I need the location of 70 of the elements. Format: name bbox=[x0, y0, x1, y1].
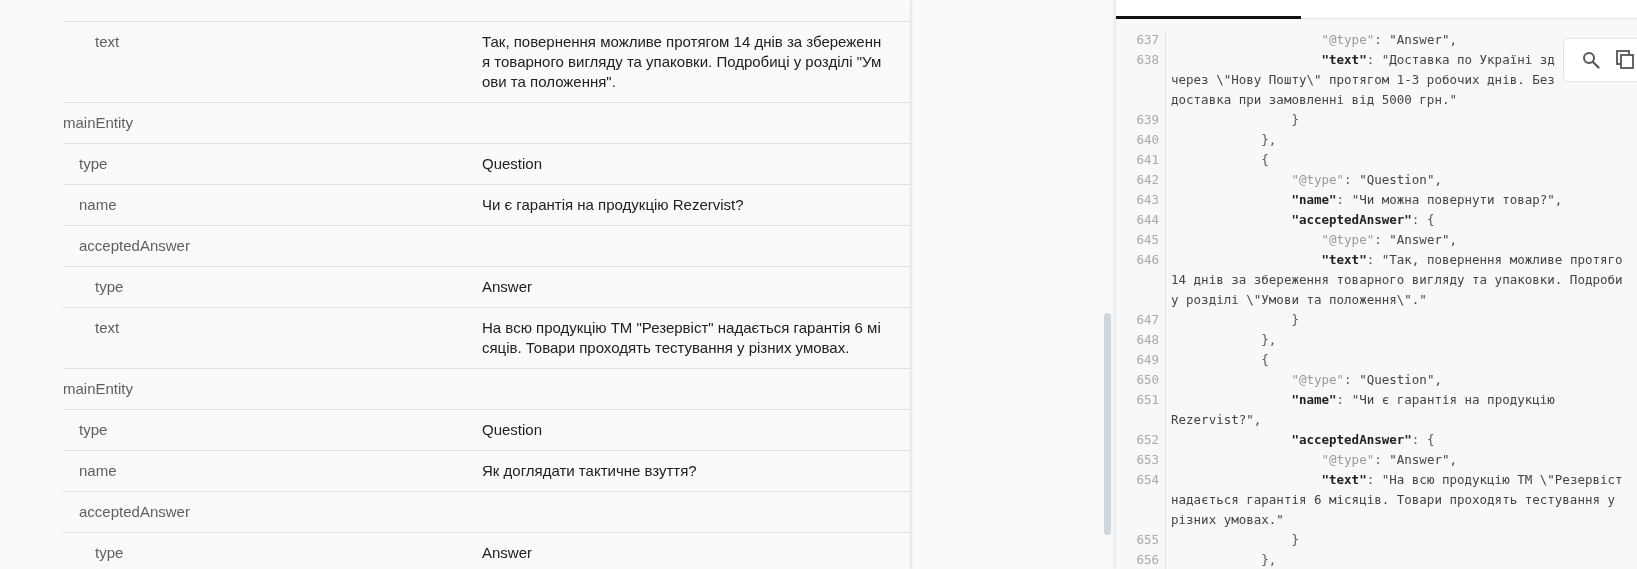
line-number: 649 bbox=[1136, 351, 1159, 369]
property-value: Як доглядати тактичне взуття? bbox=[482, 462, 697, 479]
code-line: доставка при замовленні від 5000 грн." bbox=[1171, 91, 1457, 109]
code-line: "acceptedAnswer": { bbox=[1290, 431, 1435, 449]
property-value: Answer bbox=[482, 278, 533, 295]
property-name: acceptedAnswer bbox=[79, 237, 190, 254]
line-number: 641 bbox=[1136, 151, 1159, 169]
code-line: { bbox=[1260, 351, 1269, 369]
code-line: "name": "Чи є гарантія на продукцію bbox=[1290, 391, 1555, 409]
code-line: } bbox=[1290, 111, 1299, 129]
code-line: "@type": "Question", bbox=[1290, 371, 1442, 389]
line-number: 637 bbox=[1136, 31, 1159, 49]
line-number: 640 bbox=[1136, 131, 1159, 149]
line-number: 647 bbox=[1136, 311, 1159, 329]
code-line: "@type": "Answer", bbox=[1320, 31, 1457, 49]
line-number: 648 bbox=[1136, 331, 1159, 349]
code-line: "name": "Чи можна повернути товар?", bbox=[1290, 191, 1563, 209]
line-number: 651 bbox=[1136, 391, 1159, 409]
code-line: }, bbox=[1260, 131, 1277, 149]
line-number: 656 bbox=[1136, 551, 1159, 569]
property-name: acceptedAnswer bbox=[79, 503, 190, 520]
line-number: 655 bbox=[1136, 531, 1159, 549]
property-name: text bbox=[95, 319, 120, 336]
line-number: 650 bbox=[1136, 371, 1159, 389]
property-value: Так, повернення можливе протягом 14 днів за збереження товарного вигляду та упаковки. Подробиці у розділі "Умови та положення". bbox=[482, 33, 882, 90]
code-line: } bbox=[1290, 311, 1299, 329]
line-number: 645 bbox=[1136, 231, 1159, 249]
code-line: "@type": "Answer", bbox=[1320, 451, 1457, 469]
line-number: 638 bbox=[1136, 51, 1159, 69]
property-name: type bbox=[95, 544, 124, 561]
property-name: name bbox=[79, 196, 117, 213]
code-line: надається гарантія 6 місяців. Товари проходять тестування у bbox=[1171, 491, 1615, 509]
property-name: type bbox=[95, 278, 124, 295]
property-name: name bbox=[79, 462, 117, 479]
code-line: "text": "Доставка по Україні зд bbox=[1320, 51, 1555, 69]
scrollbar-thumb[interactable] bbox=[1104, 313, 1111, 535]
code-line: { bbox=[1260, 151, 1269, 169]
property-name: text bbox=[95, 33, 120, 50]
code-line: "text": "На всю продукцію ТМ \"Резервіст bbox=[1320, 471, 1623, 489]
line-number: 639 bbox=[1136, 111, 1159, 129]
code-line: "text": "Так, повернення можливе протяго bbox=[1320, 251, 1623, 269]
line-number: 654 bbox=[1136, 471, 1159, 489]
code-line: } bbox=[1290, 531, 1299, 549]
property-value: Answer bbox=[482, 544, 533, 561]
property-value: Чи є гарантія на продукцію Rezervist? bbox=[482, 196, 744, 213]
code-line: через \"Нову Пошту\" протягом 1-3 робочих днів. Без bbox=[1171, 71, 1555, 89]
code-line: "@type": "Question", bbox=[1290, 171, 1442, 189]
property-name: type bbox=[79, 421, 108, 438]
code-line: }, bbox=[1260, 551, 1277, 569]
copy-icon[interactable] bbox=[1616, 50, 1636, 70]
line-number: 653 bbox=[1136, 451, 1159, 469]
code-line: "acceptedAnswer": { bbox=[1290, 211, 1435, 229]
code-line: різних умовах." bbox=[1171, 511, 1284, 529]
line-number: 646 bbox=[1136, 251, 1159, 269]
property-value: Question bbox=[482, 155, 543, 172]
code-line: }, bbox=[1260, 331, 1277, 349]
line-number: 642 bbox=[1136, 171, 1159, 189]
code-line: 14 днів за збереження товарного вигляду та упаковки. Подроби bbox=[1171, 271, 1623, 289]
code-line: у розділі \"Умови та положення\"." bbox=[1171, 291, 1427, 309]
property-name: mainEntity bbox=[63, 380, 134, 397]
property-name: mainEntity bbox=[63, 114, 134, 131]
property-name: type bbox=[79, 155, 108, 172]
line-number: 652 bbox=[1136, 431, 1159, 449]
search-icon[interactable] bbox=[1582, 51, 1600, 69]
line-number: 644 bbox=[1136, 211, 1159, 229]
line-number: 643 bbox=[1136, 191, 1159, 209]
property-value: На всю продукцію ТМ "Резервіст" надається гарантія 6 місяців. Товари проходять тестування у різних умовах. bbox=[482, 319, 881, 356]
code-line: Rezervist?", bbox=[1171, 411, 1262, 429]
code-line: "@type": "Answer", bbox=[1320, 231, 1457, 249]
property-value: Question bbox=[482, 421, 543, 438]
